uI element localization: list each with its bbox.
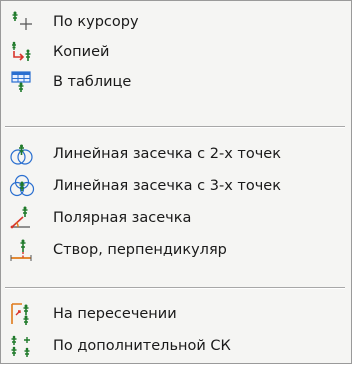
menu-item-in-table[interactable]: В таблице (3, 67, 349, 97)
polar-intersection-icon (7, 205, 37, 231)
menu-item-by-cursor[interactable]: По курсору (3, 7, 349, 37)
menu-item-linear-intersection-2[interactable]: Линейная засечка с 2-х точек (3, 139, 349, 169)
context-menu: По курсору Копией В таблице Линейная зас… (0, 0, 352, 364)
menu-item-label: Копией (53, 44, 110, 60)
menu-item-at-intersection[interactable]: На пересечении (3, 299, 349, 329)
menu-item-label: Линейная засечка с 3-х точек (53, 178, 281, 194)
additional-cs-icon (7, 333, 37, 359)
cursor-point-icon (7, 9, 37, 35)
menu-item-label: По курсору (53, 14, 139, 30)
linear-intersection-3-icon (7, 173, 37, 199)
menu-separator (5, 126, 345, 128)
menu-item-label: В таблице (53, 74, 132, 90)
menu-separator (5, 287, 345, 289)
menu-item-additional-cs[interactable]: По дополнительной СК (3, 331, 349, 361)
menu-item-label: Линейная засечка с 2-х точек (53, 146, 281, 162)
menu-item-alignment-perpendicular[interactable]: Створ, перпендикуляр (3, 235, 349, 265)
menu-item-label: Створ, перпендикуляр (53, 242, 227, 258)
table-point-icon (7, 69, 37, 95)
intersection-point-icon (7, 301, 37, 327)
alignment-perpendicular-icon (7, 237, 37, 263)
menu-item-copy[interactable]: Копией (3, 37, 349, 67)
menu-item-label: Полярная засечка (53, 210, 192, 226)
linear-intersection-2-icon (7, 141, 37, 167)
menu-item-linear-intersection-3[interactable]: Линейная засечка с 3-х точек (3, 171, 349, 201)
menu-item-label: На пересечении (53, 306, 177, 322)
copy-point-icon (7, 39, 37, 65)
menu-item-label: По дополнительной СК (53, 338, 231, 354)
menu-item-polar-intersection[interactable]: Полярная засечка (3, 203, 349, 233)
